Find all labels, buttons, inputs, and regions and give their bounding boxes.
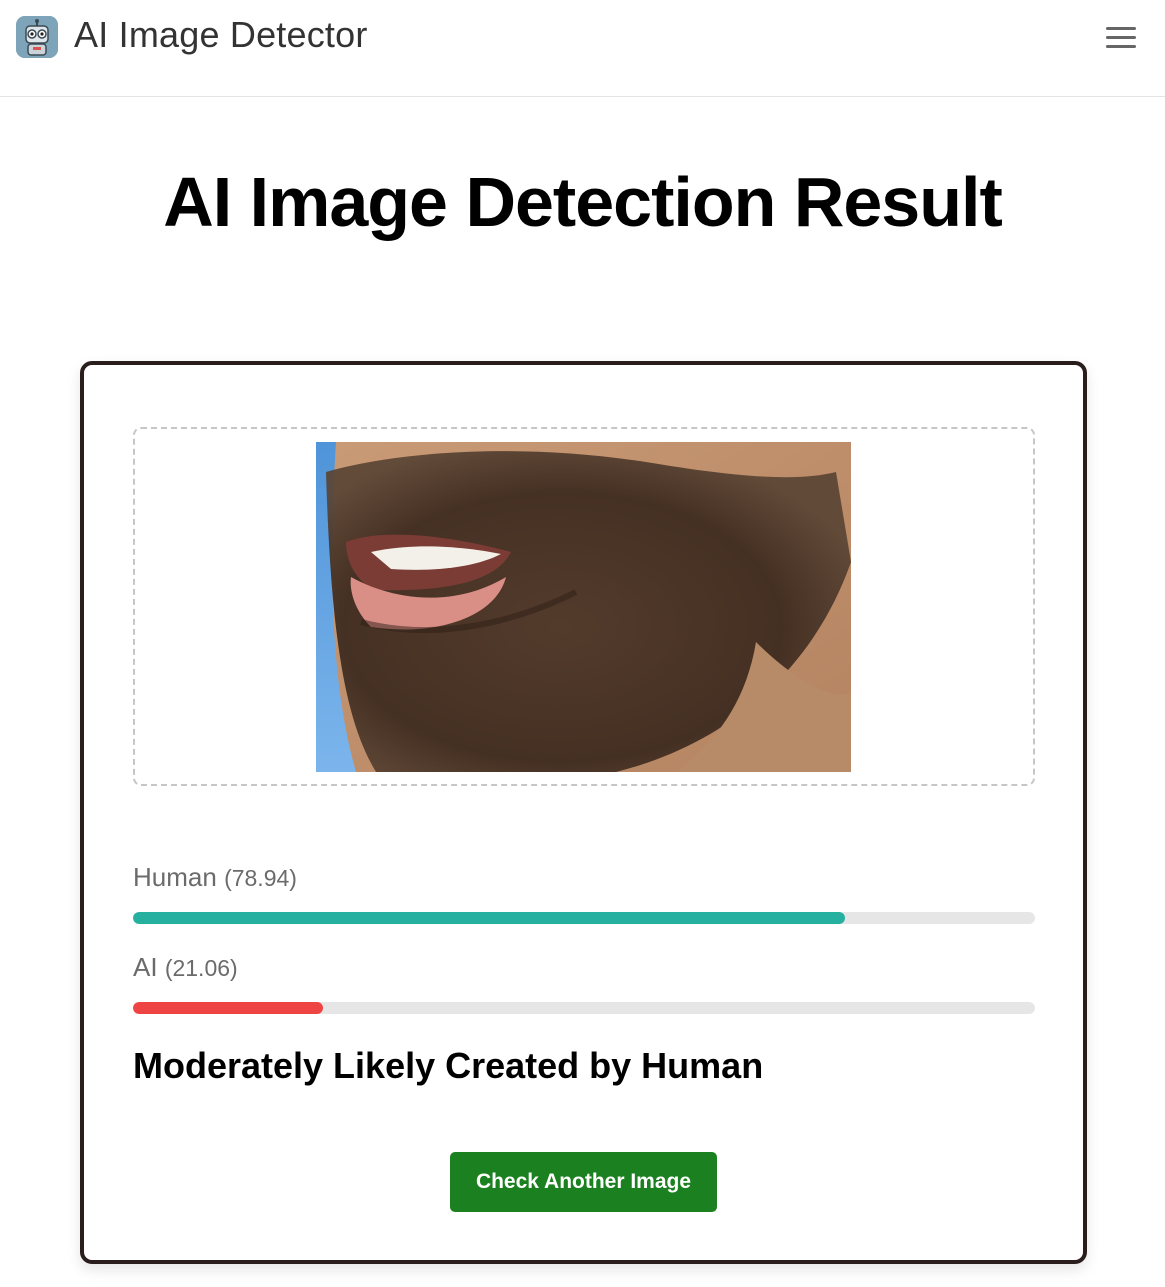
human-score-value: (78.94) — [224, 865, 297, 891]
human-score-bar — [133, 912, 1035, 924]
image-preview-frame — [133, 427, 1035, 786]
result-card: Human (78.94) AI (21.06) Moderately Like… — [80, 361, 1087, 1264]
robot-icon[interactable] — [16, 16, 58, 58]
ai-score-label: AI (21.06) — [133, 952, 238, 983]
human-score-label: Human (78.94) — [133, 862, 297, 893]
ai-label: AI — [133, 952, 158, 982]
check-another-image-button[interactable]: Check Another Image — [450, 1152, 717, 1212]
uploaded-image — [316, 442, 851, 772]
human-score-bar-fill — [133, 912, 846, 924]
hamburger-menu-icon[interactable] — [1100, 20, 1142, 54]
navbar: AI Image Detector — [0, 0, 1165, 97]
ai-score-value: (21.06) — [164, 955, 238, 981]
human-label: Human — [133, 862, 217, 892]
ai-score-bar-fill — [133, 1002, 323, 1014]
app-title[interactable]: AI Image Detector — [74, 14, 368, 56]
verdict-text: Moderately Likely Created by Human — [133, 1045, 764, 1086]
page-title: AI Image Detection Result — [163, 163, 1003, 241]
ai-score-bar — [133, 1002, 1035, 1014]
